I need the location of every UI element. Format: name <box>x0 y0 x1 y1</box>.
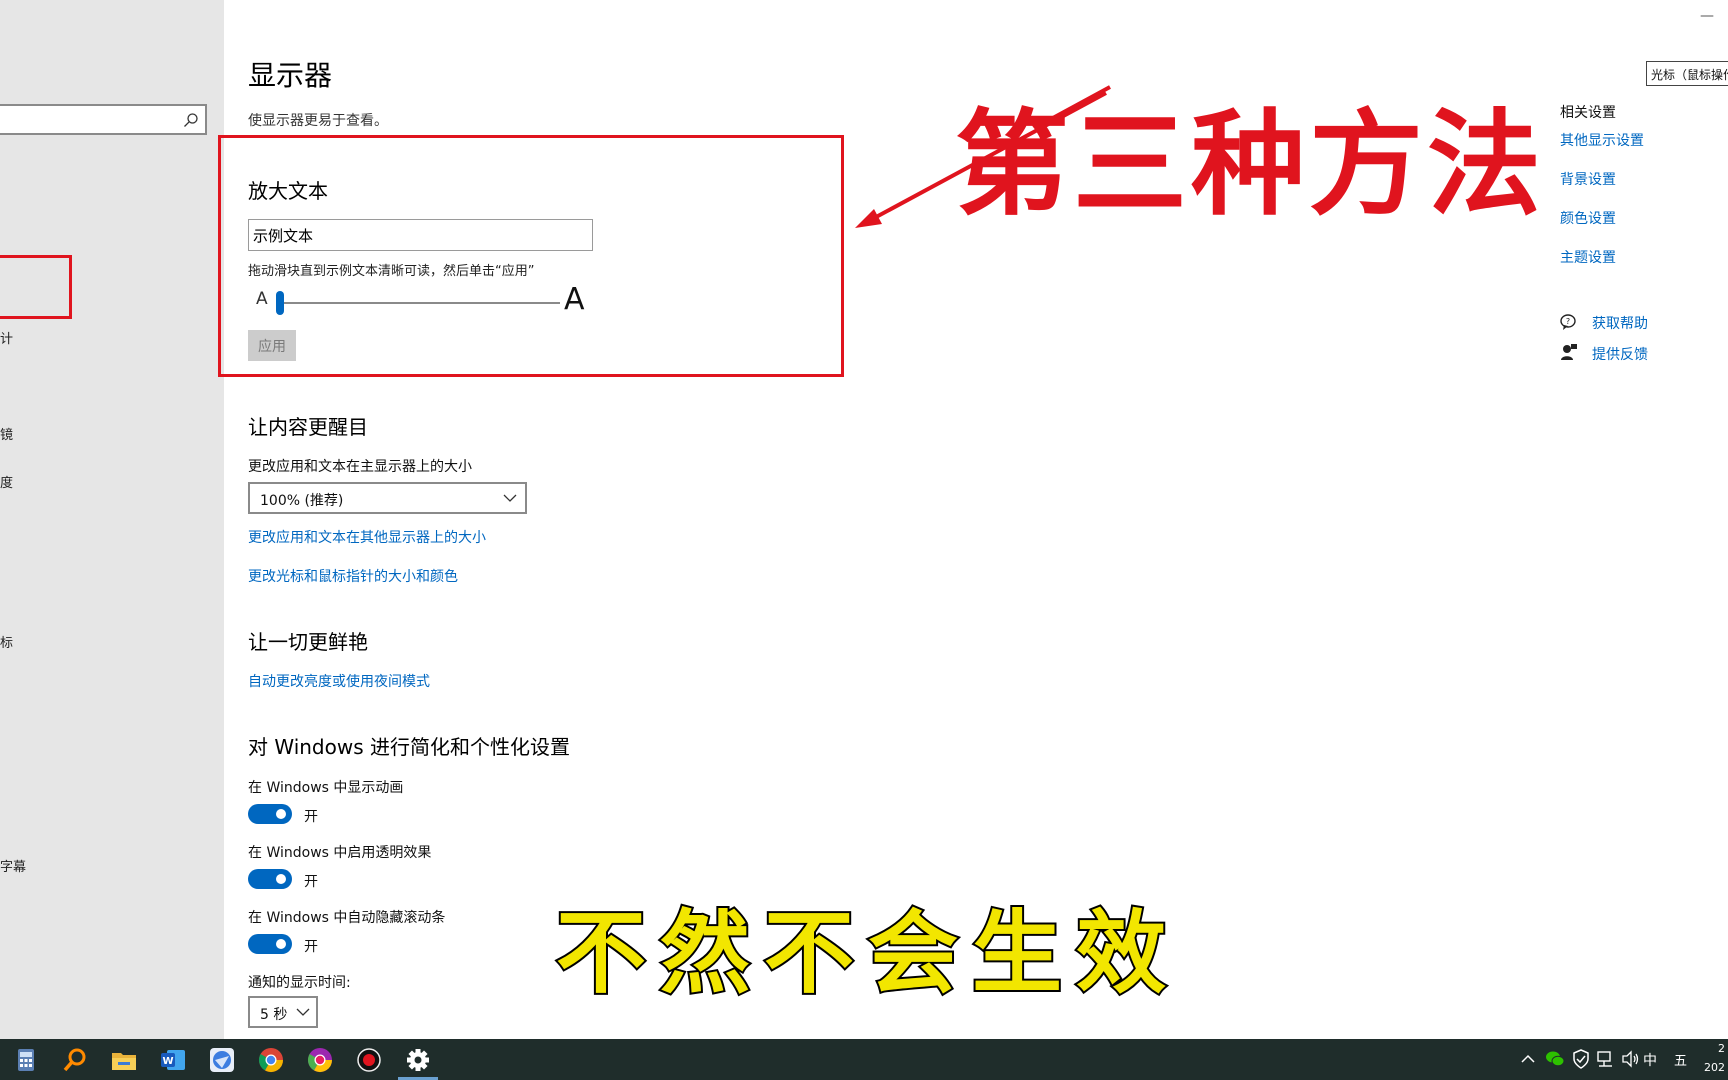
size-label: 更改应用和文本在主显示器上的大小 <box>248 459 472 475</box>
toggle-label-transparency: 在 Windows 中启用透明效果 <box>248 845 432 861</box>
search-icon[interactable] <box>59 1044 91 1076</box>
toggle-state: 开 <box>304 939 318 955</box>
clock-time[interactable]: 2 <box>1718 1042 1725 1055</box>
page-subtitle: 使显示器更易于查看。 <box>248 113 388 129</box>
ime-language-indicator[interactable]: 中 <box>1643 1050 1657 1070</box>
record-icon[interactable] <box>353 1044 385 1076</box>
notify-duration-value: 5 秒 <box>260 1007 288 1023</box>
apply-button[interactable]: 应用 <box>248 330 296 361</box>
ime-mode-indicator[interactable]: 五 <box>1674 1050 1687 1069</box>
related-settings-title: 相关设置 <box>1560 105 1616 121</box>
section-title-simplify: 对 Windows 进行简化和个性化设置 <box>248 735 570 759</box>
page-title: 显示器 <box>248 59 333 92</box>
sidebar-item-fragment[interactable]: 标 <box>0 632 13 651</box>
toggle-knob <box>276 874 286 884</box>
clock-date[interactable]: 202 <box>1704 1061 1725 1074</box>
sidebar: 计 镜 度 标 字幕 <box>0 0 224 1039</box>
link-cursor-size[interactable]: 更改光标和鼠标指针的大小和颜色 <box>248 566 458 586</box>
link-background-settings[interactable]: 背景设置 <box>1560 169 1616 189</box>
slider-min-label: A <box>256 289 268 309</box>
word-icon[interactable]: W <box>157 1044 189 1076</box>
toggle-knob <box>276 809 286 819</box>
chevron-down-icon <box>503 494 517 502</box>
chrome-canary-icon[interactable] <box>304 1044 336 1076</box>
help-icon: ? <box>1560 314 1576 330</box>
sidebar-item-fragment[interactable]: 字幕 <box>0 856 26 875</box>
feedback-icon <box>1561 344 1577 360</box>
svg-text:W: W <box>162 1056 173 1067</box>
settings-window: 计 镜 度 标 字幕 显示器 使显示器更易于查看。 放大文本 示例文本 拖动滑块… <box>0 0 1728 1080</box>
calculator-icon[interactable] <box>10 1044 42 1076</box>
sidebar-item-fragment[interactable]: 度 <box>0 472 13 491</box>
settings-icon[interactable] <box>402 1044 434 1076</box>
toggle-state: 开 <box>304 874 318 890</box>
animations-toggle[interactable] <box>248 804 292 824</box>
sidebar-highlight-box <box>0 255 72 319</box>
transparency-toggle[interactable] <box>248 869 292 889</box>
shield-icon[interactable] <box>1572 1049 1590 1069</box>
toggle-knob <box>276 939 286 949</box>
text-size-slider[interactable] <box>278 302 560 304</box>
toggle-label-animations: 在 Windows 中显示动画 <box>248 780 404 796</box>
link-night-light[interactable]: 自动更改亮度或使用夜间模式 <box>248 671 430 691</box>
search-icon[interactable] <box>183 112 199 128</box>
link-other-display-size[interactable]: 更改应用和文本在其他显示器上的大小 <box>248 527 486 547</box>
sidebar-item-fragment[interactable]: 镜 <box>0 424 13 443</box>
annotation-headline: 第三种方法 <box>955 98 1546 231</box>
toggle-label-scrollbars: 在 Windows 中自动隐藏滚动条 <box>248 910 446 926</box>
get-help-link[interactable]: 获取帮助 <box>1592 313 1648 333</box>
annotation-highlight-box <box>218 135 844 377</box>
svg-text:?: ? <box>1566 317 1570 326</box>
scale-dropdown[interactable]: 100% (推荐) <box>248 482 527 514</box>
section-title-enlarge-text: 放大文本 <box>248 179 328 203</box>
tooltip: 光标（鼠标操作 <box>1646 61 1728 86</box>
annotation-caption: 不然不会生效 <box>554 899 1180 1008</box>
scrollbars-toggle[interactable] <box>248 934 292 954</box>
sidebar-item-fragment[interactable]: 计 <box>0 328 13 347</box>
wechat-icon[interactable] <box>1545 1049 1565 1069</box>
slider-thumb[interactable] <box>276 291 284 315</box>
chevron-up-icon[interactable] <box>1520 1051 1536 1067</box>
minimize-button[interactable]: — <box>1700 8 1714 24</box>
give-feedback-link[interactable]: 提供反馈 <box>1592 344 1648 364</box>
chevron-down-icon <box>296 1008 310 1016</box>
search-input[interactable] <box>0 104 207 135</box>
volume-icon[interactable] <box>1620 1049 1640 1069</box>
toggle-state: 开 <box>304 809 318 825</box>
sample-text-field: 示例文本 <box>248 219 593 251</box>
taskbar: W 中 五 2 202 <box>0 1039 1728 1080</box>
file-explorer-icon[interactable] <box>108 1044 140 1076</box>
link-other-display-settings[interactable]: 其他显示设置 <box>1560 130 1644 150</box>
chrome-icon[interactable] <box>255 1044 287 1076</box>
notify-duration-dropdown[interactable]: 5 秒 <box>248 996 318 1028</box>
network-icon[interactable] <box>1596 1049 1616 1069</box>
link-color-settings[interactable]: 颜色设置 <box>1560 208 1616 228</box>
browser-icon[interactable] <box>206 1044 238 1076</box>
scale-dropdown-value: 100% (推荐) <box>260 493 344 509</box>
notify-duration-label: 通知的显示时间: <box>248 975 351 991</box>
link-theme-settings[interactable]: 主题设置 <box>1560 247 1616 267</box>
slider-max-label: A <box>564 282 585 317</box>
section-title-content-bigger: 让内容更醒目 <box>248 415 368 439</box>
section-title-brighter: 让一切更鲜艳 <box>248 630 368 654</box>
slider-hint: 拖动滑块直到示例文本清晰可读，然后单击“应用” <box>248 264 535 279</box>
